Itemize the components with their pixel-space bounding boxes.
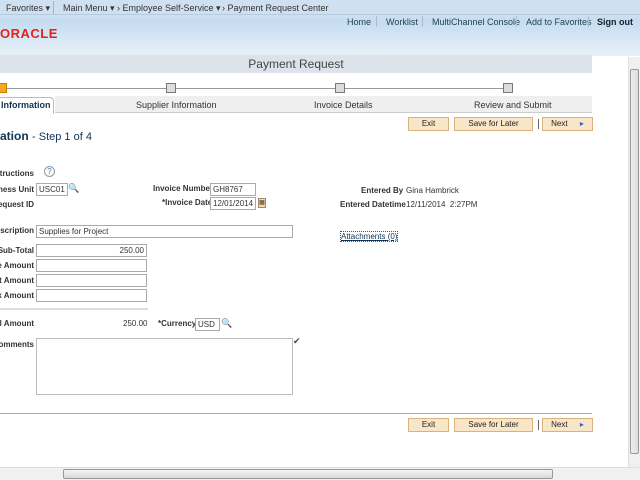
divider (422, 16, 423, 27)
multichannel-console-link[interactable]: MultiChannel Console (432, 17, 520, 27)
next-label: Next (551, 119, 568, 128)
step-marker-active[interactable] (0, 83, 7, 93)
vertical-scrollbar[interactable] (628, 57, 640, 467)
invoice-number-label: Invoice Number (153, 184, 214, 193)
next-button-bottom[interactable]: Next ▸ (542, 418, 593, 432)
step-marker[interactable] (335, 83, 345, 93)
total-amount-label: al Amount (0, 319, 34, 328)
step-marker[interactable] (503, 83, 513, 93)
arrow-right-icon: ▸ (579, 420, 584, 429)
tab-supplier-information[interactable]: Supplier Information (136, 100, 217, 110)
invoice-number-input[interactable]: GH8767 (210, 183, 256, 196)
horizontal-scroll-thumb[interactable] (63, 469, 553, 479)
total-amount-value: 250.00 (123, 319, 148, 328)
lookup-icon[interactable]: 🔍 (221, 318, 232, 329)
description-label: escription (0, 226, 34, 235)
horizontal-scrollbar[interactable] (0, 467, 640, 480)
oracle-logo: ORACLE (0, 26, 58, 41)
comments-label: omments (0, 340, 34, 349)
help-icon[interactable]: ? (44, 166, 55, 177)
instructions-label: structions (0, 169, 34, 178)
sign-out-link[interactable]: Sign out (597, 17, 633, 27)
section-heading: ation - Step 1 of 4 (0, 129, 92, 143)
favorites-menu[interactable]: Favorites ▾ (6, 3, 50, 14)
entered-datetime-label: Entered Datetime (340, 200, 406, 209)
lookup-icon[interactable]: 🔍 (68, 183, 79, 194)
worklist-link[interactable]: Worklist (386, 17, 418, 27)
main-menu-label: Main Menu (63, 3, 108, 13)
divider (538, 119, 539, 129)
divider (0, 413, 592, 414)
divider (0, 308, 148, 310)
business-unit-label: iness Unit (0, 185, 34, 194)
save-for-later-button-bottom[interactable]: Save for Later (454, 418, 533, 432)
save-for-later-button[interactable]: Save for Later (454, 117, 533, 131)
page-title: Payment Request (0, 55, 592, 73)
sub-total-input[interactable]: 250.00 (36, 244, 147, 257)
divider (376, 16, 377, 27)
entered-by-value: Gina Hambrick (406, 186, 459, 195)
breadcrumb-payment-request-center[interactable]: › Payment Request Center (222, 3, 329, 13)
exit-button-bottom[interactable]: Exit (408, 418, 449, 432)
calendar-icon[interactable]: ▦ (258, 198, 266, 208)
entered-by-label: Entered By (361, 186, 404, 195)
next-label: Next (551, 420, 568, 429)
currency-input[interactable]: USD (195, 318, 220, 331)
spell-check-icon[interactable]: ✔ (293, 336, 301, 347)
tab-review-and-submit[interactable]: Review and Submit (474, 100, 552, 110)
sub-total-label: Sub-Total (0, 246, 34, 255)
description-input[interactable]: Supplies for Project (36, 225, 293, 238)
invoice-date-label: *Invoice Date (162, 198, 213, 207)
tab-information[interactable]: Information (0, 97, 54, 114)
vertical-scroll-thumb[interactable] (630, 69, 639, 454)
amount-label: nt Amount (0, 276, 34, 285)
breadcrumb-employee-self-service[interactable]: › Employee Self-Service ▾ (117, 3, 221, 14)
divider (588, 16, 589, 27)
divider (516, 16, 517, 27)
tab-invoice-details[interactable]: Invoice Details (314, 100, 373, 110)
exit-button[interactable]: Exit (408, 117, 449, 131)
request-id-label: equest ID (0, 200, 34, 209)
attachments-link[interactable]: Attachments (0) (340, 231, 399, 242)
business-unit-input[interactable]: USC01 (36, 183, 68, 196)
home-link[interactable]: Home (347, 17, 371, 27)
entered-datetime-value: 12/11/2014 2:27PM (406, 200, 478, 209)
invoice-date-input[interactable]: 12/01/2014 (210, 197, 256, 210)
step-marker[interactable] (166, 83, 176, 93)
next-button[interactable]: Next ▸ (542, 117, 593, 131)
favorites-label: Favorites (6, 3, 44, 13)
add-to-favorites-link[interactable]: Add to Favorites (526, 17, 592, 27)
tax-amount-input[interactable] (36, 289, 147, 302)
amount-input[interactable] (36, 259, 147, 272)
breadcrumb-label: Employee Self-Service (122, 3, 214, 13)
comments-textarea[interactable] (36, 338, 293, 395)
tax-amount-label: x Amount (0, 291, 34, 300)
divider (53, 1, 54, 14)
divider (538, 420, 539, 430)
section-title: ation (0, 129, 29, 143)
arrow-right-icon: ▸ (579, 119, 584, 128)
breadcrumb-label: Payment Request Center (227, 3, 329, 13)
amount-input[interactable] (36, 274, 147, 287)
currency-label: *Currency (158, 319, 197, 328)
amount-label: e Amount (0, 261, 34, 270)
main-menu[interactable]: Main Menu ▾ (63, 3, 115, 14)
step-track (0, 88, 510, 89)
step-indicator: - Step 1 of 4 (32, 131, 92, 143)
